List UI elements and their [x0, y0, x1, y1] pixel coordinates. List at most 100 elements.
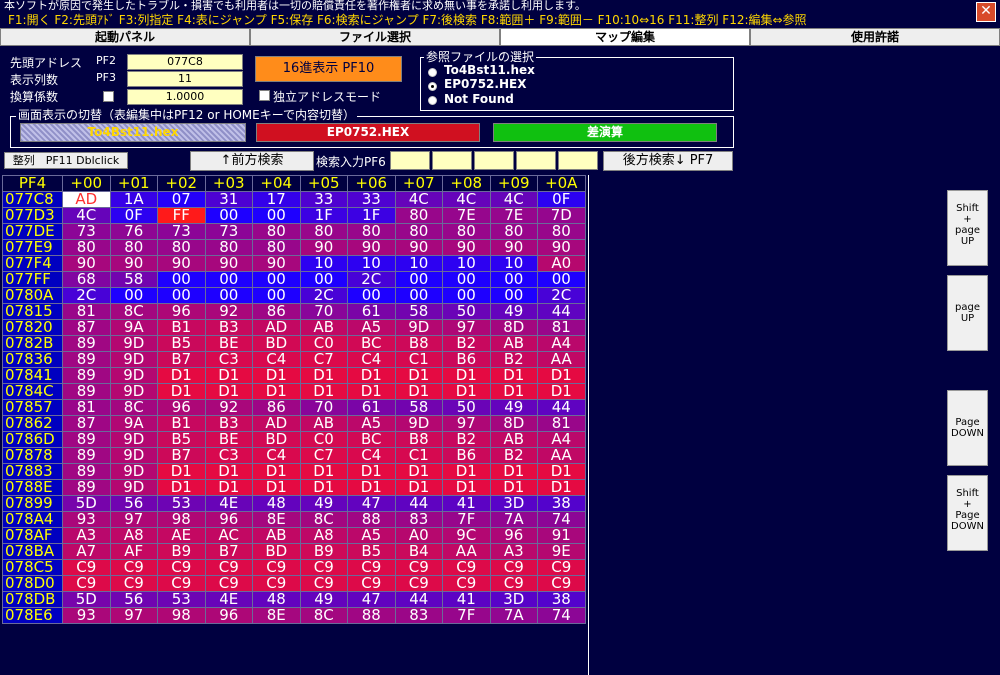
data-cell[interactable]: 00: [109, 287, 158, 304]
data-cell[interactable]: C4: [252, 351, 301, 368]
data-cell[interactable]: 61: [347, 399, 396, 416]
data-cell[interactable]: D1: [252, 463, 301, 480]
data-cell[interactable]: 9D: [109, 463, 158, 480]
data-cell[interactable]: 00: [442, 287, 491, 304]
data-cell[interactable]: 80: [299, 223, 348, 240]
data-cell[interactable]: 0F: [109, 207, 158, 224]
data-cell[interactable]: 0F: [537, 191, 586, 208]
data-cell[interactable]: A4: [537, 431, 586, 448]
row-address[interactable]: 0788E: [2, 479, 63, 496]
row-address[interactable]: 07857: [2, 399, 63, 416]
data-cell[interactable]: 80: [109, 239, 158, 256]
data-cell[interactable]: 58: [394, 303, 443, 320]
data-cell[interactable]: 89: [62, 479, 111, 496]
data-cell[interactable]: 44: [394, 495, 443, 512]
data-cell[interactable]: C7: [299, 351, 348, 368]
data-cell[interactable]: 49: [299, 495, 348, 512]
data-cell[interactable]: C3: [204, 351, 253, 368]
shift-page-up-button[interactable]: Shift + page UP: [947, 190, 988, 266]
data-cell[interactable]: A3: [62, 527, 111, 544]
data-cell[interactable]: A0: [537, 255, 586, 272]
data-cell[interactable]: 10: [442, 255, 491, 272]
data-cell[interactable]: 53: [157, 495, 206, 512]
data-cell[interactable]: 74: [537, 511, 586, 528]
row-address[interactable]: 07862: [2, 415, 63, 432]
data-cell[interactable]: D1: [204, 479, 253, 496]
data-cell[interactable]: 44: [394, 591, 443, 608]
data-cell[interactable]: 8E: [252, 511, 301, 528]
data-cell[interactable]: D1: [442, 463, 491, 480]
data-cell[interactable]: 4C: [489, 191, 538, 208]
data-cell[interactable]: C1: [394, 351, 443, 368]
search-input-3[interactable]: [474, 151, 514, 170]
data-cell[interactable]: 97: [109, 607, 158, 624]
data-cell[interactable]: AD: [62, 191, 111, 208]
data-cell[interactable]: 2C: [62, 287, 111, 304]
data-cell[interactable]: 50: [442, 399, 491, 416]
data-cell[interactable]: 8C: [109, 303, 158, 320]
radio-not-found[interactable]: [428, 96, 437, 105]
row-address[interactable]: 07836: [2, 351, 63, 368]
data-cell[interactable]: B9: [157, 543, 206, 560]
columns-field[interactable]: 11: [127, 71, 243, 87]
data-cell[interactable]: 50: [442, 303, 491, 320]
data-cell[interactable]: 89: [62, 431, 111, 448]
row-address[interactable]: 07841: [2, 367, 63, 384]
data-cell[interactable]: D1: [347, 463, 396, 480]
data-cell[interactable]: 80: [394, 223, 443, 240]
data-cell[interactable]: 10: [347, 255, 396, 272]
data-cell[interactable]: D1: [347, 479, 396, 496]
data-cell[interactable]: 90: [62, 255, 111, 272]
data-cell[interactable]: 73: [62, 223, 111, 240]
data-cell[interactable]: 83: [394, 511, 443, 528]
data-cell[interactable]: C9: [157, 559, 206, 576]
data-cell[interactable]: 44: [537, 399, 586, 416]
data-cell[interactable]: 96: [489, 527, 538, 544]
data-cell[interactable]: C9: [394, 575, 443, 592]
data-cell[interactable]: B6: [442, 447, 491, 464]
data-cell[interactable]: 70: [299, 399, 348, 416]
data-cell[interactable]: D1: [252, 367, 301, 384]
radio-not-found-label[interactable]: Not Found: [444, 92, 514, 106]
data-cell[interactable]: 17: [252, 191, 301, 208]
row-address[interactable]: 07820: [2, 319, 63, 336]
data-cell[interactable]: 33: [347, 191, 396, 208]
row-address[interactable]: 078DB: [2, 591, 63, 608]
data-cell[interactable]: 41: [442, 591, 491, 608]
data-cell[interactable]: C4: [347, 447, 396, 464]
data-cell[interactable]: 49: [489, 303, 538, 320]
data-cell[interactable]: 00: [442, 271, 491, 288]
data-cell[interactable]: 88: [347, 607, 396, 624]
row-address[interactable]: 0782B: [2, 335, 63, 352]
data-cell[interactable]: 8E: [252, 607, 301, 624]
search-input-5[interactable]: [558, 151, 598, 170]
data-cell[interactable]: 86: [252, 303, 301, 320]
data-cell[interactable]: 58: [394, 399, 443, 416]
data-cell[interactable]: A3: [489, 543, 538, 560]
data-cell[interactable]: 97: [442, 319, 491, 336]
data-cell[interactable]: D1: [347, 367, 396, 384]
data-cell[interactable]: 10: [299, 255, 348, 272]
data-cell[interactable]: 4E: [204, 591, 253, 608]
data-cell[interactable]: 7F: [442, 511, 491, 528]
data-cell[interactable]: 9D: [109, 479, 158, 496]
data-cell[interactable]: 81: [537, 415, 586, 432]
data-cell[interactable]: 49: [299, 591, 348, 608]
data-cell[interactable]: C0: [299, 335, 348, 352]
data-cell[interactable]: D1: [394, 383, 443, 400]
data-cell[interactable]: B9: [299, 543, 348, 560]
data-cell[interactable]: C9: [62, 559, 111, 576]
shift-page-down-button[interactable]: Shift + Page DOWN: [947, 475, 988, 551]
data-cell[interactable]: B5: [347, 543, 396, 560]
data-cell[interactable]: B7: [157, 447, 206, 464]
data-cell[interactable]: C9: [489, 559, 538, 576]
tab-license[interactable]: 使用許諾: [750, 28, 1000, 46]
data-cell[interactable]: 80: [204, 239, 253, 256]
data-cell[interactable]: 58: [109, 271, 158, 288]
data-cell[interactable]: 93: [62, 511, 111, 528]
data-cell[interactable]: D1: [157, 383, 206, 400]
data-cell[interactable]: 53: [157, 591, 206, 608]
data-cell[interactable]: 07: [157, 191, 206, 208]
data-cell[interactable]: 3D: [489, 495, 538, 512]
row-address[interactable]: 07878: [2, 447, 63, 464]
